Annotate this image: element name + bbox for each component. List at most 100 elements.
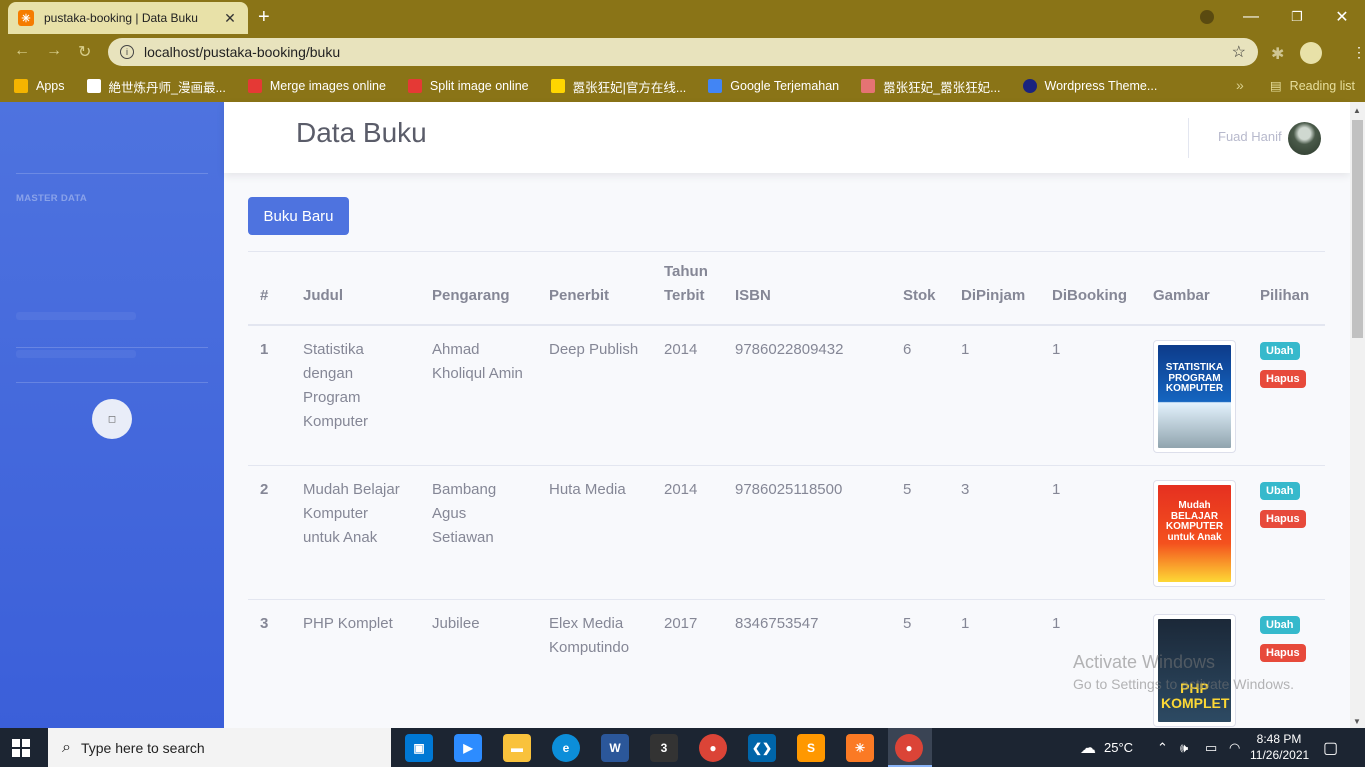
bookmark-favicon-icon (550, 79, 565, 93)
restore-icon[interactable]: ❐ (1274, 0, 1320, 34)
edit-button[interactable]: Ubah (1260, 616, 1300, 634)
column-header: Tahun Terbit (652, 252, 723, 326)
book-image-cell: Mudah BELAJAR KOMPUTER untuk Anak (1141, 465, 1248, 600)
activate-windows-subtitle: Go to Settings to activate Windows. (1073, 676, 1294, 692)
bookmark-item[interactable]: Apps (14, 79, 65, 93)
scrollbar-thumb[interactable] (1352, 120, 1363, 338)
book-stock: 6 (891, 325, 949, 466)
file-explorer-icon[interactable]: ▬ (503, 734, 531, 762)
edge-icon[interactable]: e (552, 734, 580, 762)
sidebar-divider (16, 382, 208, 383)
windows-start-icon[interactable] (12, 739, 30, 757)
volume-icon[interactable]: 🕪 (1180, 728, 1188, 767)
new-book-button[interactable]: Buku Baru (248, 197, 349, 235)
close-window-icon[interactable]: ✕ (1319, 0, 1365, 34)
apps-grid-icon (14, 79, 28, 93)
column-header: Judul (291, 252, 420, 326)
minimize-icon[interactable]: — (1228, 0, 1274, 34)
wifi-icon[interactable]: ◠ (1229, 728, 1240, 767)
chrome-active-icon[interactable]: ● (895, 734, 923, 762)
book-year: 2014 (652, 465, 723, 600)
bookmark-item[interactable]: Merge images online (247, 79, 386, 93)
table-header-row: # Judul Pengarang Penerbit Tahun Terbit … (248, 252, 1325, 326)
clock-time: 8:48 PM (1256, 732, 1302, 746)
extensions-icon[interactable]: ✱ (1271, 44, 1284, 64)
cover-text: Mudah BELAJAR KOMPUTER untuk Anak (1165, 500, 1224, 543)
scroll-up-icon[interactable]: ▲ (1353, 106, 1361, 115)
taskbar-search-box[interactable]: ⌕ Type here to search (48, 728, 391, 767)
taskbar-clock[interactable]: 8:48 PM 11/26/2021 (1250, 731, 1309, 763)
address-bar[interactable]: i localhost/pustaka-booking/buku ☆ (108, 38, 1258, 66)
zoom-icon[interactable]: ▶ (454, 734, 482, 762)
user-name[interactable]: Fuad Hanif (1218, 129, 1282, 144)
battery-icon[interactable]: ▭ (1205, 728, 1217, 767)
delete-button[interactable]: Hapus (1260, 510, 1306, 528)
site-info-icon[interactable]: i (120, 45, 134, 59)
weather-temp: 25°C (1104, 740, 1134, 755)
sidebar-item[interactable] (16, 312, 136, 320)
scroll-down-icon[interactable]: ▼ (1353, 717, 1361, 726)
sidebar: MASTER DATA ◻ (0, 102, 224, 728)
tab-search-icon[interactable] (1200, 10, 1214, 24)
main-content: Buku Baru # Judul Pengarang Penerbit Tah… (224, 173, 1350, 728)
media-player-icon[interactable]: 3 (650, 734, 678, 762)
book-isbn: 9786022809432 (723, 325, 891, 466)
book-borrowed: 1 (949, 599, 1040, 728)
book-borrowed: 1 (949, 325, 1040, 466)
column-header: Pengarang (420, 252, 537, 326)
new-tab-button[interactable]: + (258, 6, 270, 29)
reading-list-button[interactable]: ▤ Reading list (1270, 78, 1355, 94)
back-icon[interactable]: ← (14, 42, 30, 60)
browser-toolbar: ← → ↻ i localhost/pustaka-booking/buku ☆… (0, 34, 1365, 70)
column-header: DiPinjam (949, 252, 1040, 326)
notification-icon[interactable]: ▢ (1323, 728, 1338, 767)
vscode-icon[interactable]: ❮❯ (748, 734, 776, 762)
column-header: DiBooking (1040, 252, 1141, 326)
microsoft-store-icon[interactable]: ▣ (405, 734, 433, 762)
bookmark-item[interactable]: 嚣张狂妃_嚣张狂妃... (861, 77, 1001, 96)
page-scrollbar[interactable]: ▲ ▼ (1350, 102, 1365, 728)
delete-button[interactable]: Hapus (1260, 644, 1306, 662)
profile-avatar-icon[interactable] (1300, 42, 1322, 64)
book-author: Bambang Agus Setiawan (420, 465, 537, 600)
sidebar-toggle-button[interactable]: ◻ (92, 399, 132, 439)
bookmark-item[interactable]: Split image online (407, 79, 529, 93)
chrome-icon[interactable]: ● (699, 734, 727, 762)
tray-chevron-icon[interactable]: ⌃ (1157, 728, 1168, 767)
page-title: Data Buku (296, 117, 427, 148)
bookmark-item[interactable]: 絶世炼丹师_漫画最... (86, 77, 226, 96)
reload-icon[interactable]: ↻ (78, 42, 91, 62)
bookmark-item[interactable]: 嚣张狂妃|官方在线... (550, 77, 686, 96)
actions-cell: Ubah Hapus (1248, 465, 1325, 600)
row-number: 2 (248, 465, 291, 600)
word-icon[interactable]: W (601, 734, 629, 762)
xampp-icon[interactable]: ✳ (846, 734, 874, 762)
sublime-text-icon[interactable]: S (797, 734, 825, 762)
bookmark-star-icon[interactable]: ☆ (1232, 42, 1246, 62)
forward-icon[interactable]: → (46, 42, 62, 60)
url-text[interactable]: localhost/pustaka-booking/buku (144, 44, 1232, 60)
cloud-icon: ☁ (1080, 739, 1096, 757)
bookmark-item[interactable]: Wordpress Theme... (1022, 79, 1157, 93)
browser-tab[interactable]: ✳ pustaka-booking | Data Buku ✕ (8, 2, 248, 34)
weather-widget[interactable]: ☁ 25°C (1080, 728, 1133, 767)
bookmark-item[interactable]: Google Terjemahan (708, 79, 839, 93)
book-author: Ahmad Kholiqul Amin (420, 325, 537, 466)
close-tab-icon[interactable]: ✕ (222, 10, 238, 27)
book-author: Jubilee (420, 599, 537, 728)
book-title: Mudah Belajar Komputer untuk Anak (291, 465, 420, 600)
book-image-cell: STATISTIKA PROGRAM KOMPUTER (1141, 325, 1248, 466)
tab-title: pustaka-booking | Data Buku (44, 11, 198, 25)
delete-button[interactable]: Hapus (1260, 370, 1306, 388)
more-bookmarks-icon[interactable]: » (1236, 77, 1244, 93)
search-icon: ⌕ (62, 738, 71, 756)
table-row: 1 Statistika dengan Program Komputer Ahm… (248, 325, 1325, 466)
column-header: Gambar (1141, 252, 1248, 326)
edit-button[interactable]: Ubah (1260, 482, 1300, 500)
book-isbn: 8346753547 (723, 599, 891, 728)
sidebar-item[interactable] (16, 350, 136, 358)
browser-menu-icon[interactable]: ⋮ (1352, 44, 1365, 61)
user-avatar[interactable] (1288, 122, 1321, 155)
edit-button[interactable]: Ubah (1260, 342, 1300, 360)
book-publisher: Elex Media Komputindo (537, 599, 652, 728)
